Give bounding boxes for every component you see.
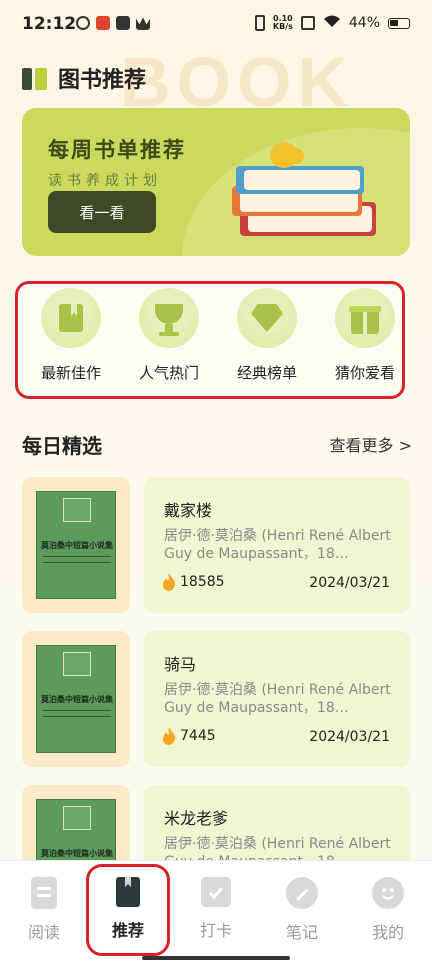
weekly-booklist-banner[interactable]: 每周书单推荐 读书养成计划 看一看 xyxy=(22,108,410,256)
category-newest[interactable]: 最新佳作 xyxy=(28,288,114,383)
cover-title: 莫泊桑中短篇小说集 xyxy=(41,695,113,704)
hot-count: 7445 xyxy=(162,727,216,745)
flame-icon xyxy=(163,573,176,591)
daily-picks-title: 每日精选 xyxy=(22,434,102,458)
category-label: 最新佳作 xyxy=(40,364,101,382)
banner-subtitle: 读书养成计划 xyxy=(48,173,162,189)
book-title: 戴家楼 xyxy=(164,501,213,520)
category-guess[interactable]: 猜你爱看 xyxy=(322,288,408,383)
wifi-icon xyxy=(323,14,341,32)
trophy-icon xyxy=(139,288,199,348)
active-tab-highlight xyxy=(86,864,170,956)
bookmark-book-icon xyxy=(41,288,101,348)
category-selector: 最新佳作 人气热门 经典榜单 猜你爱看 xyxy=(15,281,405,399)
smiley-icon xyxy=(372,877,404,909)
app-notification-icon xyxy=(96,16,110,30)
book-author: 居伊·德·莫泊桑 (Henri René Albert Guy de Maupa… xyxy=(164,682,391,716)
category-label: 猜你爱看 xyxy=(334,364,395,382)
tab-label: 阅读 xyxy=(27,923,60,942)
category-popular[interactable]: 人气热门 xyxy=(126,288,212,383)
book-stack-illustration xyxy=(230,142,390,252)
publish-date: 2024/03/21 xyxy=(309,729,390,745)
no-sim-icon xyxy=(300,16,315,30)
tab-mine[interactable]: 我的 xyxy=(348,877,428,943)
publish-date: 2024/03/21 xyxy=(309,575,390,591)
cover-emblem-icon xyxy=(63,498,91,522)
view-button[interactable]: 看一看 xyxy=(48,191,156,233)
pencil-icon xyxy=(286,877,318,909)
cover-title: 莫泊桑中短篇小说集 xyxy=(41,541,113,550)
category-classic[interactable]: 经典榜单 xyxy=(224,288,310,383)
tab-notes[interactable]: 笔记 xyxy=(262,877,342,943)
book-card[interactable]: 戴家楼 居伊·德·莫泊桑 (Henri René Albert Guy de M… xyxy=(144,477,410,613)
crown-icon xyxy=(136,17,150,30)
book-title: 米龙老爹 xyxy=(164,809,229,828)
book-card[interactable]: 骑马 居伊·德·莫泊桑 (Henri René Albert Guy de Ma… xyxy=(144,631,410,767)
tab-read[interactable]: 阅读 xyxy=(4,877,84,943)
calendar-check-icon xyxy=(201,877,231,907)
category-label: 经典榜单 xyxy=(236,364,297,382)
bottom-tab-bar: 阅读 推荐 打卡 笔记 我的 xyxy=(0,860,432,964)
hot-count: 18585 xyxy=(162,573,225,591)
cover-emblem-icon xyxy=(63,806,91,830)
tab-label: 我的 xyxy=(371,923,404,942)
cover-title: 莫泊桑中短篇小说集 xyxy=(41,849,113,858)
tab-label: 笔记 xyxy=(285,923,318,942)
vibrate-icon xyxy=(254,15,265,31)
flame-icon xyxy=(163,727,176,745)
net-speed: 0.10 KB/s xyxy=(272,14,293,31)
book-author: 居伊·德·莫泊桑 (Henri René Albert Guy de Maupa… xyxy=(164,528,391,562)
app-notification-icon xyxy=(116,16,130,30)
home-indicator[interactable] xyxy=(142,956,290,960)
cover-emblem-icon xyxy=(63,652,91,676)
see-more-link[interactable]: 查看更多 > xyxy=(330,432,413,456)
document-icon xyxy=(31,877,57,909)
status-time: 12:12 xyxy=(22,14,77,34)
battery-icon xyxy=(388,17,410,29)
battery-percent: 44% xyxy=(348,15,380,31)
category-label: 人气热门 xyxy=(138,364,199,382)
page-title: 图书推荐 xyxy=(58,68,147,93)
diamond-icon xyxy=(237,288,297,348)
banner-title: 每周书单推荐 xyxy=(48,138,186,162)
sync-icon xyxy=(76,16,90,30)
page-header: 图书推荐 xyxy=(22,62,146,94)
tab-label: 打卡 xyxy=(199,921,232,940)
book-cover[interactable]: 莫泊桑中短篇小说集 xyxy=(22,631,130,767)
book-logo-icon xyxy=(22,66,48,90)
book-cover[interactable]: 莫泊桑中短篇小说集 xyxy=(22,477,130,613)
book-title: 骑马 xyxy=(164,655,197,674)
gift-icon xyxy=(335,288,395,348)
tab-checkin[interactable]: 打卡 xyxy=(176,877,256,941)
